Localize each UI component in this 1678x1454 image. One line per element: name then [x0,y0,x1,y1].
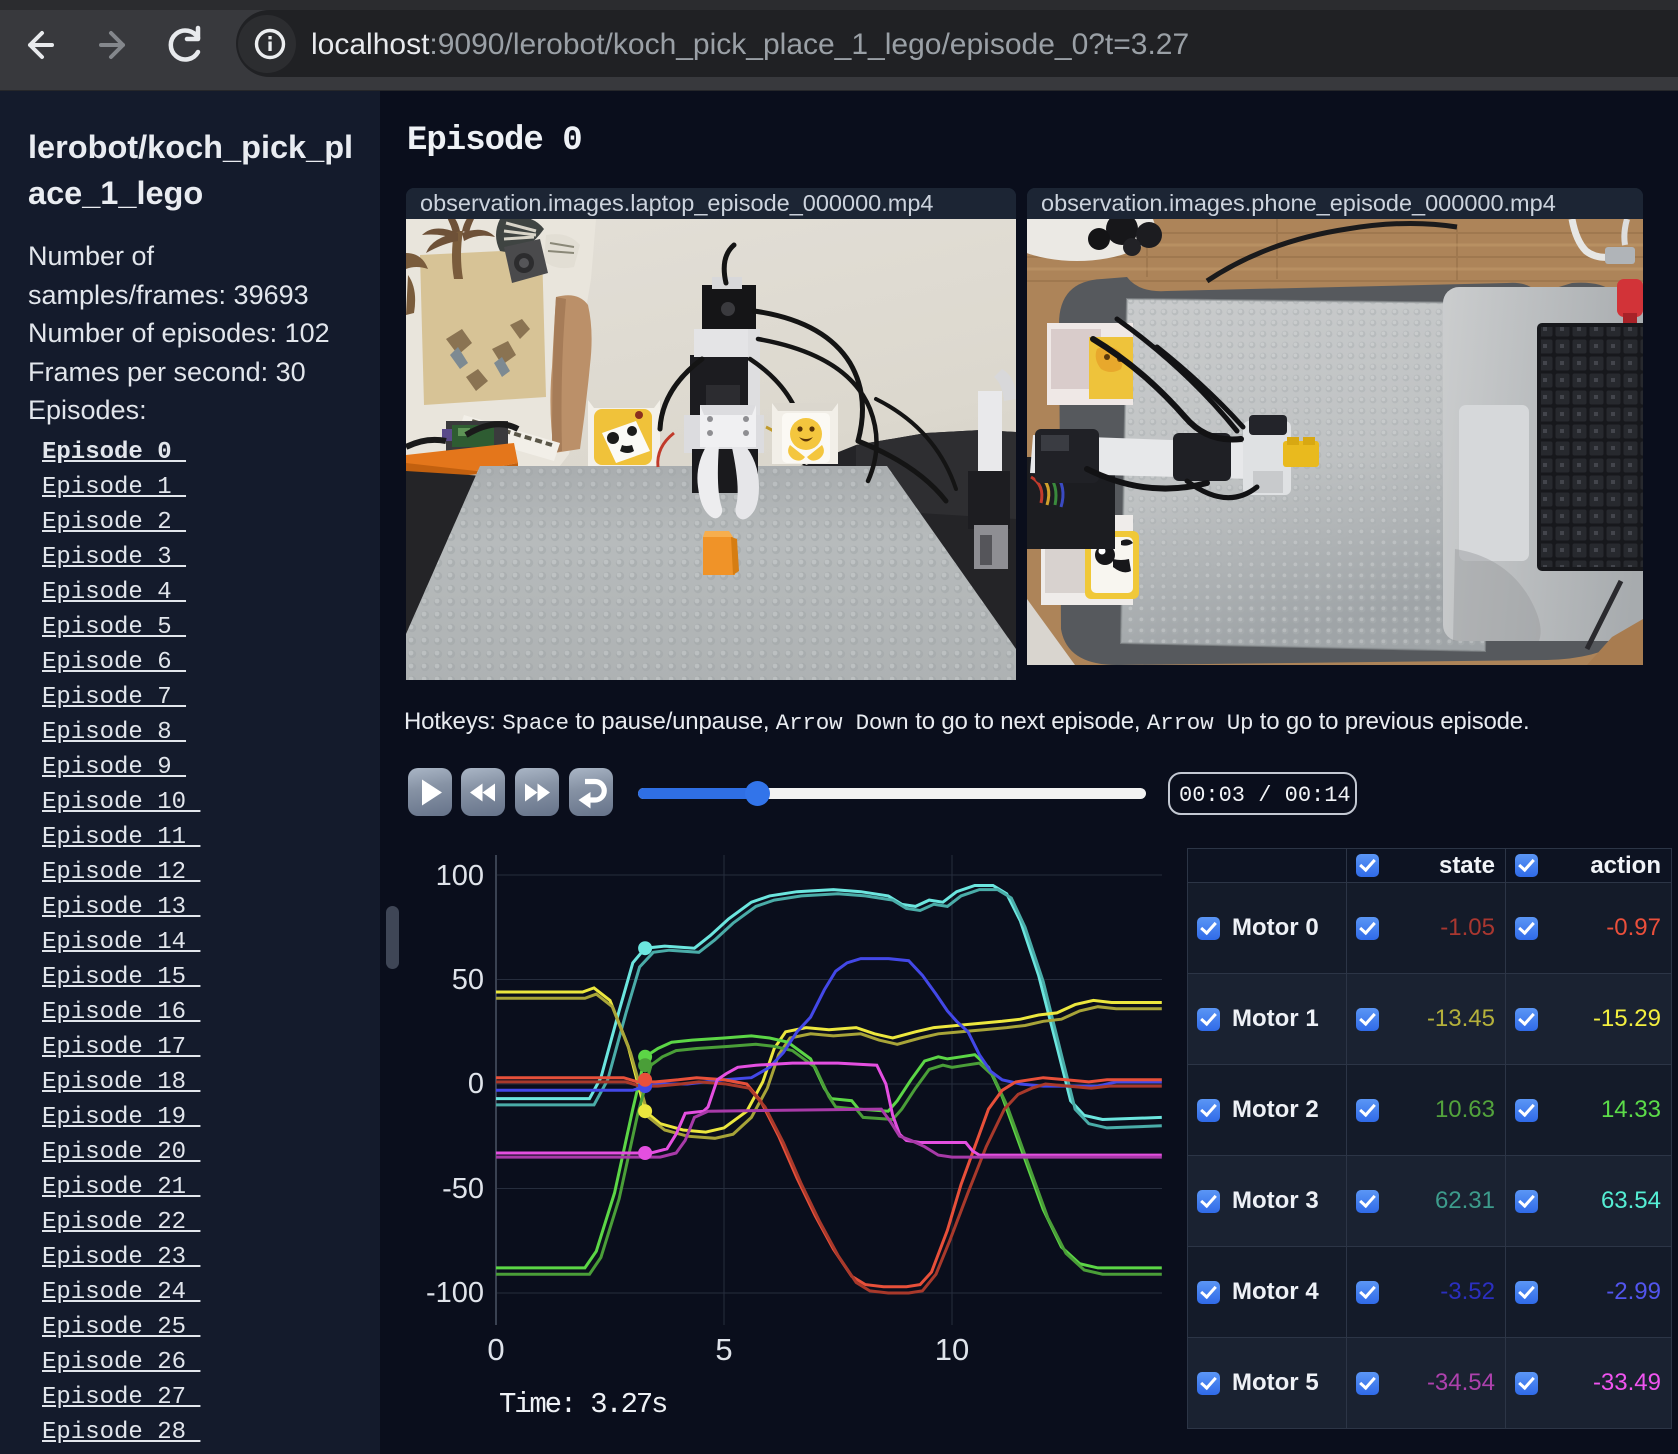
svg-text:0: 0 [468,1068,484,1100]
svg-text:0: 0 [487,1332,504,1367]
svg-text:5: 5 [715,1332,732,1367]
svg-text:-50: -50 [442,1173,484,1205]
svg-text:100: 100 [436,860,484,892]
svg-text:50: 50 [452,964,484,996]
svg-text:-100: -100 [426,1277,484,1309]
svg-text:10: 10 [935,1332,969,1367]
svg-text:Time: 3.27s: Time: 3.27s [499,1388,667,1421]
